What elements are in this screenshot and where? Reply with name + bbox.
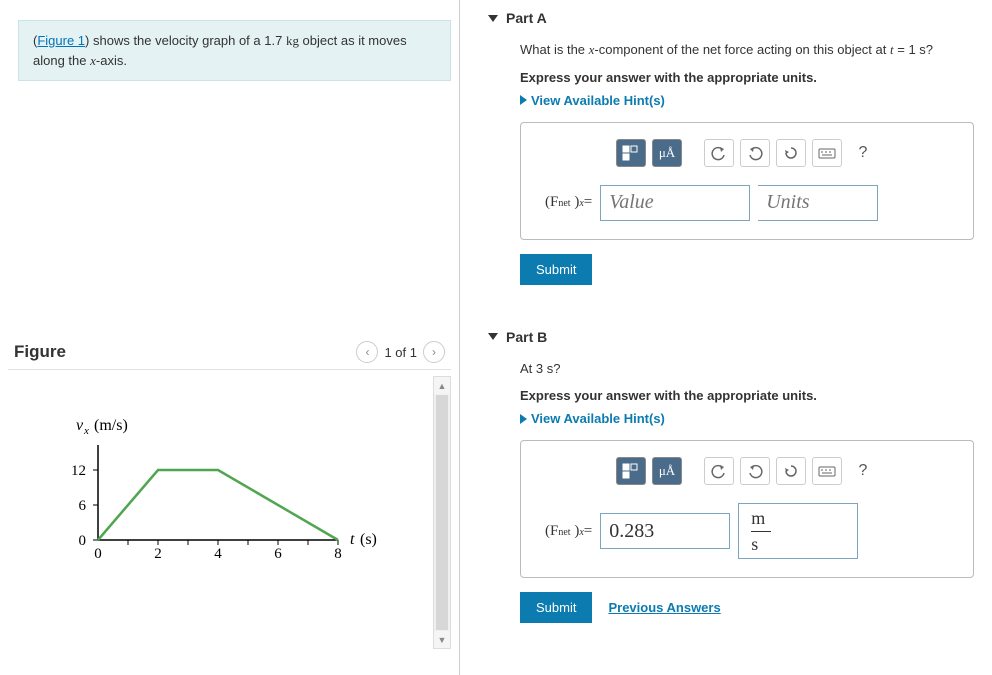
help-label: ? [859,462,868,480]
part-b-toolbar: μÅ ? [545,457,949,485]
right-pane: Part A What is the x-component of the ne… [460,0,992,675]
part-b-submit-row: Submit Previous Answers [520,592,974,623]
help-label: ? [859,144,868,162]
fnet-sub: net [558,527,570,538]
part-b-body: At 3 s? Express your answer with the app… [488,359,974,648]
text-3: -axis. [96,53,127,68]
part-b-input-row: (Fnet )x = m s [545,503,949,559]
part-a-header[interactable]: Part A [488,10,974,26]
svg-text:v: v [76,417,84,434]
help-button[interactable]: ? [848,457,878,485]
text-1: ) shows the velocity graph of a 1.7 [85,33,286,48]
fraction-line [751,531,771,532]
svg-text:x: x [83,425,89,437]
pager-prev-button[interactable]: ‹ [356,341,378,363]
fnet-label: (Fnet )x = [545,523,592,540]
previous-answers-link[interactable]: Previous Answers [608,600,720,615]
svg-text:0: 0 [94,546,102,562]
scroll-up-icon: ▲ [434,377,450,394]
svg-text:8: 8 [334,546,342,562]
part-a-body: What is the x-component of the net force… [488,40,974,309]
part-a-instruction: Express your answer with the appropriate… [520,70,974,85]
part-a-value-input[interactable] [600,185,750,221]
svg-text:(s): (s) [360,531,377,548]
fnet-label: (Fnet )x = [545,194,592,211]
svg-text:6: 6 [274,546,282,562]
figure-scrollbar[interactable]: ▲ ▼ [433,376,451,649]
fnet-open: (F [545,194,558,211]
fnet-eq: = [584,194,592,211]
part-a-toolbar: μÅ ? [545,139,949,167]
part-b-answer-box: μÅ ? (Fnet )x = m s [520,440,974,578]
figure-body: v x (m/s) 0 6 12 0 2 4 6 8 [8,370,451,655]
hints-label: View Available Hint(s) [531,411,665,426]
svg-text:0: 0 [79,533,87,549]
fnet-eq: = [584,523,592,540]
svg-text:2: 2 [154,546,162,562]
fnet-sub: net [558,198,570,209]
units-greek-button[interactable]: μÅ [652,139,682,167]
part-b-submit-button[interactable]: Submit [520,592,592,623]
reset-button[interactable] [776,457,806,485]
figure-header: Figure ‹ 1 of 1 › [8,341,451,370]
part-a-hints-toggle[interactable]: View Available Hint(s) [520,93,974,108]
chevron-down-icon [488,15,498,22]
template-button[interactable] [616,457,646,485]
svg-text:4: 4 [214,546,222,562]
part-b-title: Part B [506,329,547,345]
reset-button[interactable] [776,139,806,167]
keyboard-button[interactable] [812,457,842,485]
figure-title: Figure [14,342,66,362]
part-a-units-input[interactable] [758,185,878,221]
qa-mid: -component of the net force acting on th… [594,42,890,57]
part-b-value-input[interactable] [600,513,730,549]
velocity-chart: v x (m/s) 0 6 12 0 2 4 6 8 [38,410,418,600]
help-button[interactable]: ? [848,139,878,167]
fnet-open: (F [545,523,558,540]
svg-text:6: 6 [79,498,87,514]
svg-text:(m/s): (m/s) [94,417,128,434]
qa-eq: = 1 s? [894,42,933,57]
part-a-question: What is the x-component of the net force… [520,40,974,60]
undo-button[interactable] [704,139,734,167]
part-b-hints-toggle[interactable]: View Available Hint(s) [520,411,974,426]
chevron-right-icon [520,414,527,424]
unit-denominator: s [751,534,758,555]
part-a-submit-button[interactable]: Submit [520,254,592,285]
unit-numerator: m [751,508,765,529]
part-a-title: Part A [506,10,547,26]
scroll-thumb[interactable] [436,395,448,630]
svg-text:12: 12 [71,463,86,479]
left-pane: (Figure 1) shows the velocity graph of a… [0,0,460,675]
keyboard-button[interactable] [812,139,842,167]
chevron-right-icon [520,95,527,105]
undo-button[interactable] [704,457,734,485]
redo-button[interactable] [740,457,770,485]
figure-pager: ‹ 1 of 1 › [356,341,445,363]
part-b-header[interactable]: Part B [488,329,974,345]
part-a-submit-row: Submit [520,254,974,285]
chevron-down-icon [488,333,498,340]
pager-text: 1 of 1 [384,345,417,360]
template-button[interactable] [616,139,646,167]
svg-text:t: t [350,531,355,548]
qa-pre: What is the [520,42,589,57]
pager-next-button[interactable]: › [423,341,445,363]
unit-kg: kg [286,33,299,48]
part-b-instruction: Express your answer with the appropriate… [520,388,974,403]
part-a-input-row: (Fnet )x = [545,185,949,221]
redo-button[interactable] [740,139,770,167]
part-a-answer-box: μÅ ? (Fnet )x = [520,122,974,240]
figure-link[interactable]: Figure 1 [37,33,85,48]
part-b-units-input[interactable]: m s [738,503,858,559]
units-greek-button[interactable]: μÅ [652,457,682,485]
scroll-down-icon: ▼ [434,631,450,648]
part-b-question: At 3 s? [520,359,974,379]
mu-a-label: μÅ [659,463,675,479]
problem-statement: (Figure 1) shows the velocity graph of a… [18,20,451,81]
hints-label: View Available Hint(s) [531,93,665,108]
mu-a-label: μÅ [659,145,675,161]
